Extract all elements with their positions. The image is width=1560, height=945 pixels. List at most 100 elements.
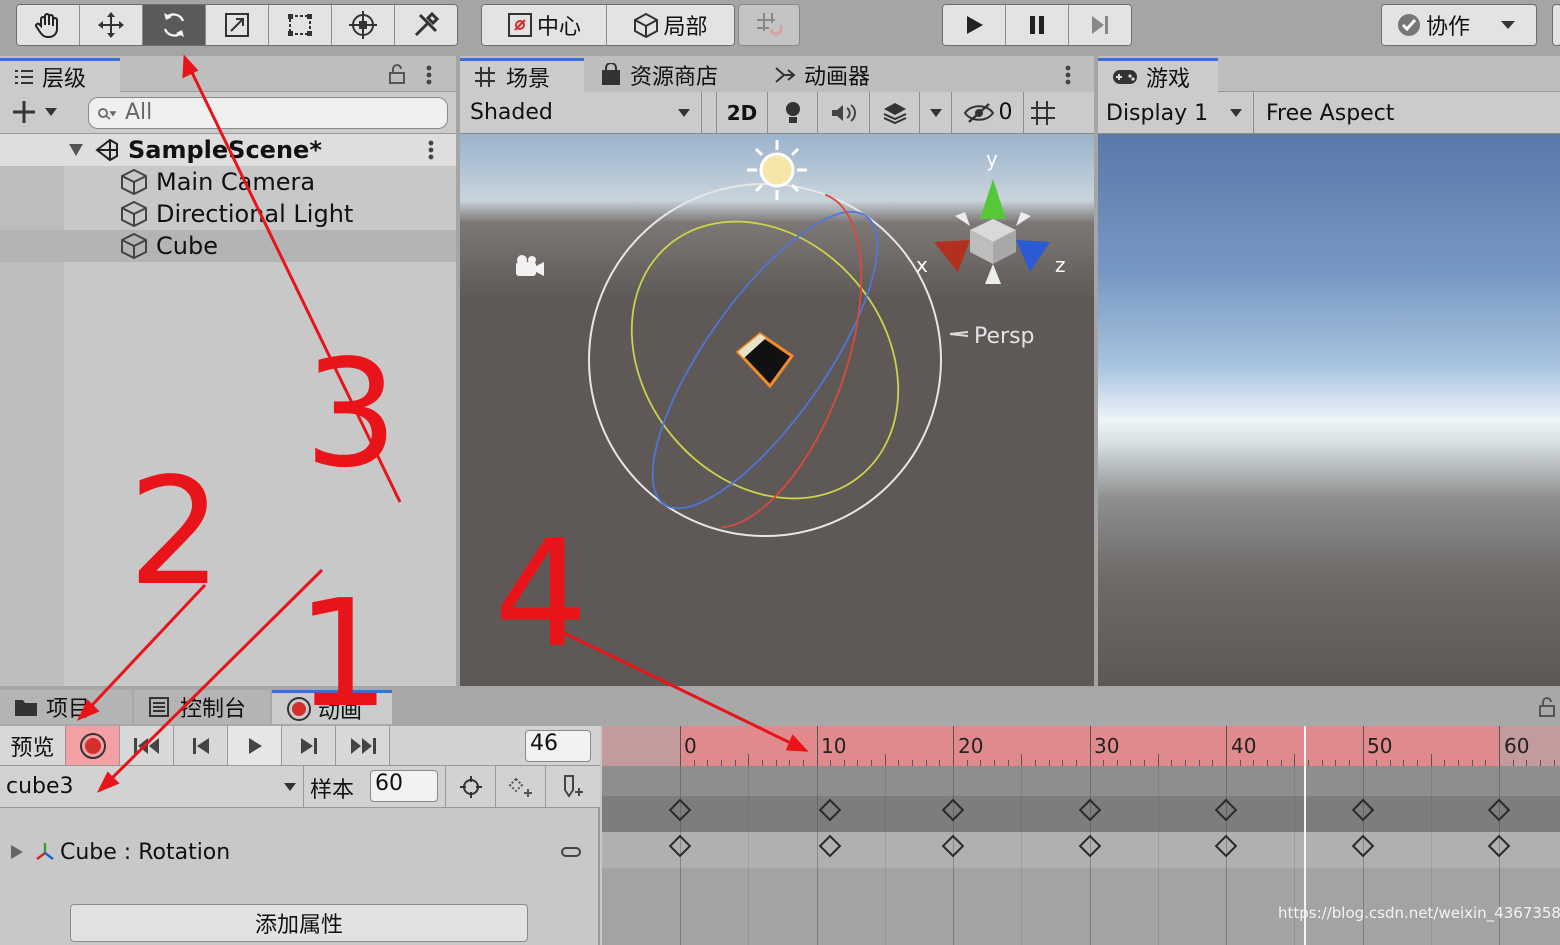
keyframe[interactable] (668, 798, 692, 822)
hierarchy-search[interactable]: All (88, 97, 448, 129)
toggle-2d-button[interactable]: 2D (716, 91, 768, 134)
record-button[interactable] (66, 726, 120, 766)
game-panel: 游戏 Display 1 Free Aspect (1098, 56, 1560, 686)
asset-store-tab-label: 资源商店 (630, 65, 719, 90)
lock-icon[interactable] (388, 64, 406, 84)
preview-label: 预览 (10, 735, 55, 761)
projection-label[interactable]: Persp (974, 324, 1035, 349)
first-frame-button[interactable] (120, 726, 174, 766)
scale-tool-button[interactable] (206, 5, 269, 45)
grid-toggle[interactable] (1024, 92, 1064, 134)
keyframe[interactable] (1487, 834, 1511, 858)
play-button[interactable] (943, 5, 1006, 45)
property-row[interactable]: Cube : Rotation (0, 834, 600, 870)
chevron-down-icon (1230, 109, 1242, 117)
game-options-bar: Display 1 Free Aspect (1098, 92, 1560, 134)
create-dropdown[interactable] (10, 98, 58, 126)
add-property-button[interactable]: 添加属性 (70, 904, 528, 942)
keyframe[interactable] (1351, 798, 1374, 822)
keyframe[interactable] (818, 798, 842, 822)
keyframe[interactable] (1487, 798, 1511, 822)
hierarchy-tab-label: 层级 (42, 66, 87, 92)
animation-controls: 预览 46 cube3 样本 60 Cube: Rotation 添加属性 (0, 726, 600, 945)
rotate-icon (163, 13, 185, 37)
keyframe[interactable] (1078, 834, 1101, 858)
space-local-button[interactable]: 局部 (607, 5, 734, 45)
pause-button[interactable] (1006, 5, 1069, 45)
scene-menu-icon[interactable] (427, 139, 435, 161)
account-button[interactable] (1552, 4, 1560, 46)
move-tool-button[interactable] (80, 5, 143, 45)
anim-play-button[interactable] (228, 726, 282, 766)
search-icon (98, 108, 117, 120)
scene-kebab-icon[interactable] (1064, 64, 1072, 86)
prev-key-button[interactable] (174, 726, 228, 766)
transform-tools (16, 4, 458, 46)
collab-dropdown[interactable]: 协作 (1382, 5, 1536, 45)
tab-console[interactable]: 控制台 (134, 690, 270, 724)
key-filter-button[interactable] (446, 766, 496, 808)
keyframe[interactable] (1078, 798, 1101, 822)
keyframe[interactable] (668, 834, 692, 858)
tab-asset-store[interactable]: 资源商店 (586, 58, 756, 92)
custom-tool-button[interactable] (395, 5, 457, 45)
transform-tool-button[interactable] (332, 5, 395, 45)
keyframe[interactable] (1351, 834, 1374, 858)
effects-dropdown[interactable] (920, 91, 952, 134)
keyframe[interactable] (1214, 834, 1238, 858)
add-property-label: 添加属性 (254, 913, 343, 938)
hand-tool-button[interactable] (17, 5, 80, 45)
keyframe[interactable] (941, 834, 965, 858)
gameobject-cube-icon (121, 200, 147, 228)
tree-row-cube[interactable]: Cube (0, 230, 456, 262)
chevron-down-icon (678, 108, 690, 117)
rotate-tool-button[interactable] (143, 5, 206, 45)
expand-arrow-icon[interactable] (10, 844, 24, 860)
aspect-dropdown[interactable]: Free Aspect (1258, 92, 1560, 134)
effects-toggle[interactable] (870, 91, 920, 134)
pivot-controls: 中心 局部 (481, 4, 735, 46)
game-viewport[interactable] (1098, 134, 1560, 686)
chevron-down-icon (1501, 21, 1516, 29)
tree-row-directional-light[interactable]: Directional Light (0, 198, 456, 230)
tab-animator[interactable]: 动画器 (760, 58, 910, 92)
shading-dropdown[interactable]: Shaded (460, 91, 702, 134)
keyframe[interactable] (941, 798, 965, 822)
lock-icon[interactable] (1538, 696, 1556, 718)
lighting-toggle[interactable] (768, 91, 818, 134)
hidden-objects-toggle[interactable]: 0 (952, 91, 1024, 134)
pivot-center-button[interactable]: 中心 (482, 5, 607, 45)
play-controls (942, 4, 1132, 46)
audio-toggle[interactable] (818, 91, 870, 134)
keyframe[interactable] (818, 834, 842, 858)
tools-icon (414, 11, 440, 37)
tab-hierarchy[interactable]: 层级 (0, 58, 120, 92)
step-button[interactable] (1069, 5, 1131, 45)
property-options-icon[interactable] (560, 846, 582, 858)
collab-label: 协作 (1426, 15, 1471, 40)
gameobject-cube-icon (121, 232, 147, 260)
directional-light-gizmo[interactable] (747, 140, 807, 200)
kebab-menu-icon[interactable] (425, 64, 433, 86)
sample-group: 样本 60 (304, 766, 446, 808)
tree-item-label: Main Camera (156, 168, 316, 196)
expand-arrow-icon[interactable] (68, 143, 84, 157)
dopesheet[interactable]: 0 10 20 30 40 50 60 https://blog.csdn.ne… (602, 726, 1560, 945)
rect-tool-button[interactable] (269, 5, 332, 45)
tab-project[interactable]: 项目 (0, 690, 132, 724)
tab-scene[interactable]: 场景 (460, 58, 584, 92)
tree-row-scene[interactable]: SampleScene* (0, 134, 456, 166)
sample-rate-input[interactable]: 60 (370, 770, 438, 802)
keyframe[interactable] (1214, 798, 1238, 822)
tab-game[interactable]: 游戏 (1098, 58, 1218, 92)
tree-row-main-camera[interactable]: Main Camera (0, 166, 456, 198)
search-placeholder: All (125, 100, 153, 125)
frame-input[interactable]: 46 (525, 730, 591, 762)
clip-dropdown[interactable]: cube3 (0, 766, 304, 808)
add-event-button[interactable] (546, 766, 600, 808)
preview-button[interactable]: 预览 (0, 726, 66, 766)
display-dropdown[interactable]: Display 1 (1098, 92, 1254, 134)
add-keyframe-button[interactable] (496, 766, 546, 808)
snap-button[interactable] (739, 5, 799, 45)
tree-item-label: Directional Light (156, 200, 354, 228)
